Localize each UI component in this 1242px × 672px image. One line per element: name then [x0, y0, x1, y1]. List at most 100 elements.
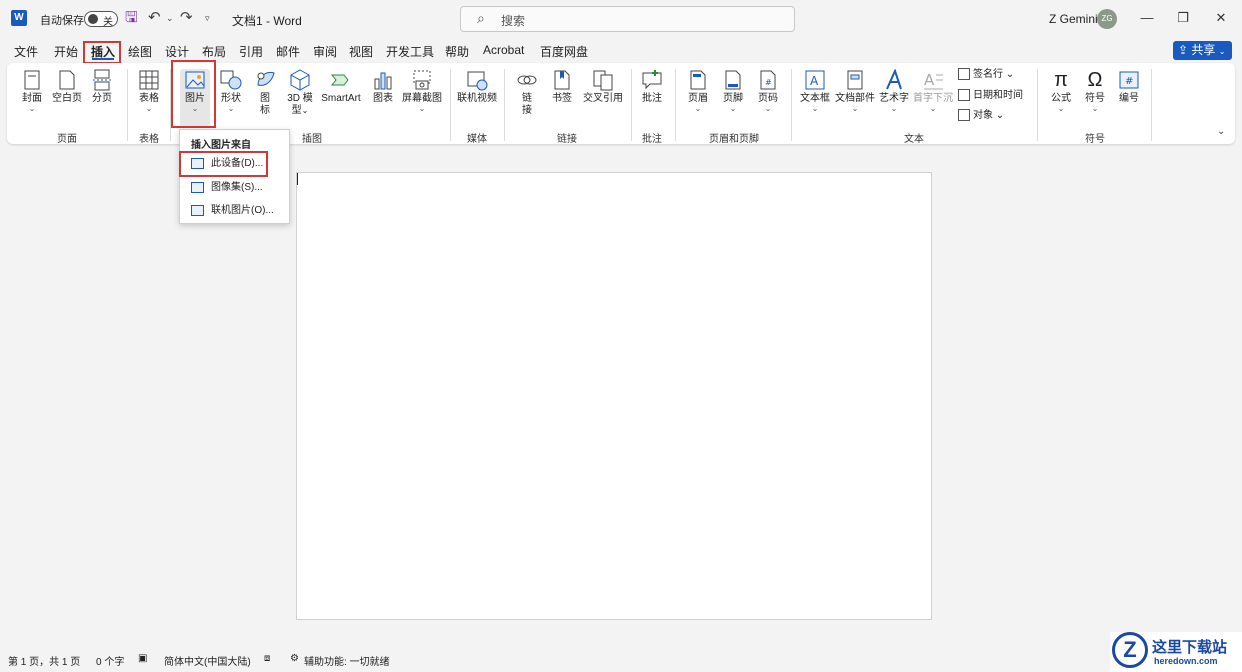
- bookmark-button[interactable]: 书签: [548, 69, 576, 105]
- date-time-button[interactable]: 日期和时间: [958, 89, 1023, 103]
- tab-review[interactable]: 审阅: [313, 43, 337, 60]
- customize-qat-icon[interactable]: ▿: [205, 9, 210, 27]
- page-break-button[interactable]: 分页: [89, 69, 115, 105]
- accessibility-icon: ⚙: [290, 653, 299, 664]
- online-video-icon: [466, 69, 488, 91]
- chart-button[interactable]: 图表: [369, 69, 397, 105]
- search-placeholder: 搜索: [501, 14, 526, 28]
- tab-baidu-netdisk[interactable]: 百度网盘: [540, 43, 588, 60]
- pi-icon: π: [1054, 69, 1068, 91]
- document-title: 文档1 - Word: [232, 14, 302, 28]
- icons-button[interactable]: 图 标: [253, 69, 277, 117]
- tab-view[interactable]: 视图: [349, 43, 373, 60]
- save-icon[interactable]: 🖫: [125, 9, 138, 27]
- omega-icon: Ω: [1087, 69, 1103, 91]
- tab-file[interactable]: 文件: [14, 43, 38, 60]
- search-box[interactable]: ⌕ 搜索: [460, 6, 795, 32]
- 3d-models-button[interactable]: 3D 模 型⌄: [285, 69, 315, 117]
- share-label: 共享: [1191, 43, 1216, 57]
- proofing-icon[interactable]: ▣: [138, 653, 147, 664]
- blank-page-button[interactable]: 空白页: [51, 69, 83, 105]
- comment-icon: [641, 69, 663, 91]
- tab-draw[interactable]: 绘图: [128, 43, 152, 60]
- shapes-button[interactable]: 形状 ⌄: [217, 69, 245, 113]
- chevron-down-icon: ⌄: [1005, 69, 1015, 80]
- ribbon-tabs: 文件 开始 插入 绘图 设计 布局 引用 邮件 审阅 视图 开发工具 帮助 Ac…: [0, 40, 1242, 62]
- numbering-icon: #: [1118, 69, 1140, 91]
- redo-icon[interactable]: ↷: [180, 9, 193, 27]
- avatar[interactable]: ZG: [1097, 9, 1117, 29]
- user-name[interactable]: Z Gemini: [1049, 12, 1098, 26]
- symbol-button[interactable]: Ω 符号 ⌄: [1081, 69, 1109, 113]
- table-button[interactable]: 表格 ⌄: [135, 69, 163, 113]
- equation-button[interactable]: π 公式 ⌄: [1047, 69, 1075, 113]
- share-icon: ⇪: [1178, 43, 1189, 57]
- language-status[interactable]: 简体中文(中国大陆): [164, 653, 251, 668]
- group-label-tables: 表格: [139, 134, 159, 145]
- online-video-button[interactable]: 联机视频: [455, 69, 499, 105]
- menu-item-image-collection[interactable]: 图像集(S)...: [186, 178, 286, 198]
- text-box-icon: A: [804, 69, 826, 91]
- footer-button[interactable]: 页脚 ⌄: [719, 69, 747, 113]
- share-button[interactable]: ⇪ 共享 ⌄: [1173, 41, 1232, 60]
- tab-mailings[interactable]: 邮件: [276, 43, 300, 60]
- menu-item-online-pictures[interactable]: 联机图片(O)...: [186, 201, 286, 221]
- page-number-button[interactable]: # 页码 ⌄: [754, 69, 782, 113]
- 3d-models-label-2: 型: [291, 105, 302, 116]
- document-page[interactable]: [296, 172, 932, 620]
- undo-icon[interactable]: ↶: [148, 9, 161, 27]
- group-label-links: 链接: [557, 134, 577, 145]
- wordart-icon: [883, 68, 905, 91]
- cover-page-button[interactable]: 封面 ⌄: [19, 69, 45, 113]
- autosave-label: 自动保存: [40, 15, 84, 27]
- tab-references[interactable]: 引用: [239, 43, 263, 60]
- cube-icon: [289, 69, 311, 91]
- icons-icon: [254, 69, 276, 91]
- close-icon[interactable]: ✕: [1211, 8, 1231, 28]
- autosave-toggle[interactable]: 关: [84, 11, 118, 28]
- smartart-button[interactable]: SmartArt: [319, 69, 363, 105]
- menu-header: 插入图片来自: [191, 140, 251, 151]
- word-count[interactable]: 0 个字: [96, 653, 124, 668]
- picture-button-highlight: [171, 60, 216, 128]
- collapse-ribbon-icon[interactable]: ⌄: [1217, 126, 1225, 137]
- object-button[interactable]: 对象 ⌄: [958, 109, 1004, 123]
- numbering-button[interactable]: # 编号: [1115, 69, 1143, 105]
- tab-help[interactable]: 帮助: [445, 43, 469, 60]
- comment-button[interactable]: 批注: [637, 69, 667, 105]
- cover-page-icon: [21, 69, 43, 91]
- tab-layout[interactable]: 布局: [202, 43, 226, 60]
- quick-parts-button[interactable]: 文档部件 ⌄: [835, 69, 875, 113]
- tab-design[interactable]: 设计: [165, 43, 189, 60]
- undo-dropdown-icon[interactable]: ⌄: [166, 9, 174, 27]
- drop-cap-button[interactable]: A 首字下沉 ⌄: [913, 69, 953, 113]
- restore-icon[interactable]: ❐: [1173, 8, 1193, 28]
- header-button[interactable]: 页眉 ⌄: [684, 69, 712, 113]
- svg-text:A: A: [924, 71, 935, 89]
- group-separator: [504, 69, 505, 141]
- link-button[interactable]: 链 接: [513, 69, 541, 117]
- tab-home[interactable]: 开始: [54, 43, 78, 60]
- svg-text:#: #: [765, 78, 772, 87]
- chevron-down-icon: ⌄: [811, 104, 819, 113]
- minimize-icon[interactable]: —: [1137, 8, 1157, 28]
- group-label-symbols: 符号: [1085, 134, 1105, 145]
- page-count[interactable]: 第 1 页，共 1 页: [8, 653, 80, 668]
- chevron-down-icon: ⌄: [995, 110, 1005, 121]
- tab-developer[interactable]: 开发工具: [386, 43, 434, 60]
- table-icon: [138, 69, 160, 91]
- accessibility-status[interactable]: 辅助功能: 一切就绪: [304, 653, 390, 668]
- group-label-header-footer: 页眉和页脚: [709, 134, 759, 145]
- wordart-button[interactable]: 艺术字 ⌄: [879, 68, 909, 113]
- chevron-down-icon: ⌄: [1218, 47, 1226, 56]
- signature-line-button[interactable]: 签名行 ⌄: [958, 68, 1014, 82]
- quick-parts-icon: [844, 69, 866, 91]
- tab-acrobat[interactable]: Acrobat: [483, 43, 524, 57]
- cross-reference-button[interactable]: 交叉引用: [581, 69, 625, 105]
- screenshot-button[interactable]: 屏幕截图 ⌄: [401, 69, 443, 113]
- group-label-text: 文本: [904, 134, 924, 145]
- text-box-button[interactable]: A 文本框 ⌄: [799, 69, 831, 113]
- chevron-down-icon: ⌄: [851, 104, 859, 113]
- track-changes-icon[interactable]: ⧈: [264, 653, 270, 664]
- insert-tab-highlight: [83, 41, 121, 64]
